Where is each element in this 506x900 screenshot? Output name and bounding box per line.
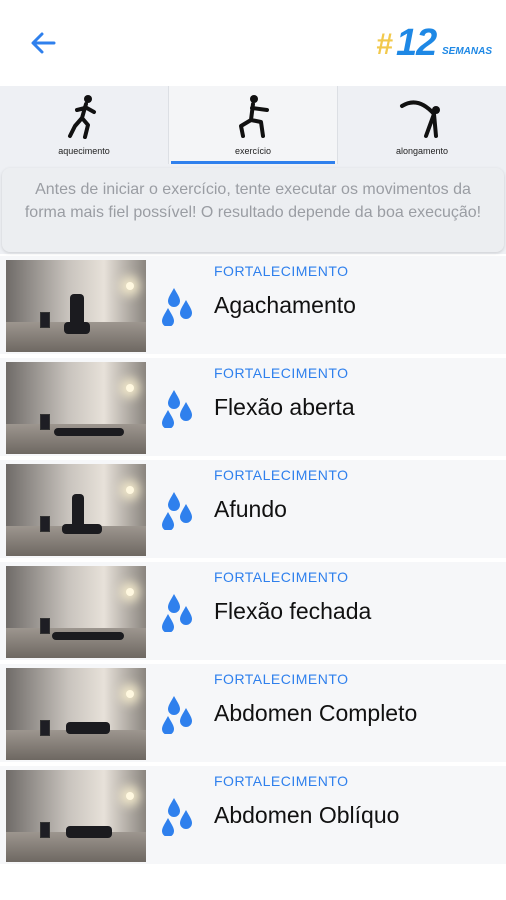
exercise-category: FORTALECIMENTO [214,569,349,585]
exercise-row-flexao-aberta[interactable]: FORTALECIMENTO Flexão aberta [0,358,506,460]
exercise-row-agachamento[interactable]: FORTALECIMENTO Agachamento [0,256,506,358]
exercise-name: Abdomen Completo [214,700,418,726]
squat-figure-icon [239,95,269,138]
exercise-row-abdomen-obliquo[interactable]: FORTALECIMENTO Abdomen Oblíquo [0,766,506,868]
stretch-figure-icon [400,100,440,138]
logo-number: 12 [396,22,437,64]
app-logo: # 12 SEMANAS [376,22,493,64]
exercise-name: Flexão fechada [214,598,372,624]
exercise-category: FORTALECIMENTO [214,671,349,687]
exercise-thumbnail [6,566,146,658]
exercise-thumbnail [6,770,146,862]
tab-alongamento[interactable]: alongamento [338,86,506,164]
exercise-row-flexao-fechada[interactable]: FORTALECIMENTO Flexão fechada [0,562,506,664]
exercise-name: Agachamento [214,292,356,318]
tab-aquecimento[interactable]: aquecimento [0,86,169,164]
exercise-thumbnail [6,464,146,556]
water-drops-icon [162,594,192,632]
water-drops-icon [162,390,192,428]
water-drops-icon [162,492,192,530]
logo-hash: # [376,28,393,61]
exercise-category: FORTALECIMENTO [214,467,349,483]
exercise-name: Abdomen Oblíquo [214,802,400,828]
exercise-thumbnail [6,668,146,760]
exercise-row-abdomen-completo[interactable]: FORTALECIMENTO Abdomen Completo [0,664,506,766]
exercise-name: Flexão aberta [214,394,355,420]
app-screen: # 12 SEMANAS aquecimento exercício along… [0,0,506,900]
exercise-thumbnail [6,260,146,352]
tab-label: alongamento [395,146,449,156]
tab-label: aquecimento [58,146,110,156]
exercise-list: FORTALECIMENTO Agachamento FORTALECIMENT… [0,256,506,868]
tab-label: exercício [234,146,271,156]
exercise-row-afundo[interactable]: FORTALECIMENTO Afundo [0,460,506,562]
exercise-thumbnail [6,362,146,454]
water-drops-icon [162,798,192,836]
category-tabs: aquecimento exercício alongamento [0,86,506,164]
water-drops-icon [162,288,192,326]
exercise-category: FORTALECIMENTO [214,263,349,279]
running-figure-icon [68,95,96,139]
exercise-name: Afundo [214,496,287,522]
app-header: # 12 SEMANAS [0,0,506,86]
logo-subtitle: SEMANAS [442,46,493,57]
exercise-category: FORTALECIMENTO [214,365,349,381]
exercise-category: FORTALECIMENTO [214,773,349,789]
instruction-notice: Antes de iniciar o exercício, tente exec… [0,164,506,254]
back-arrow-icon[interactable] [28,28,58,58]
water-drops-icon [162,696,192,734]
notice-text: Antes de iniciar o exercício, tente exec… [2,168,504,252]
tab-exercicio[interactable]: exercício [169,86,338,164]
